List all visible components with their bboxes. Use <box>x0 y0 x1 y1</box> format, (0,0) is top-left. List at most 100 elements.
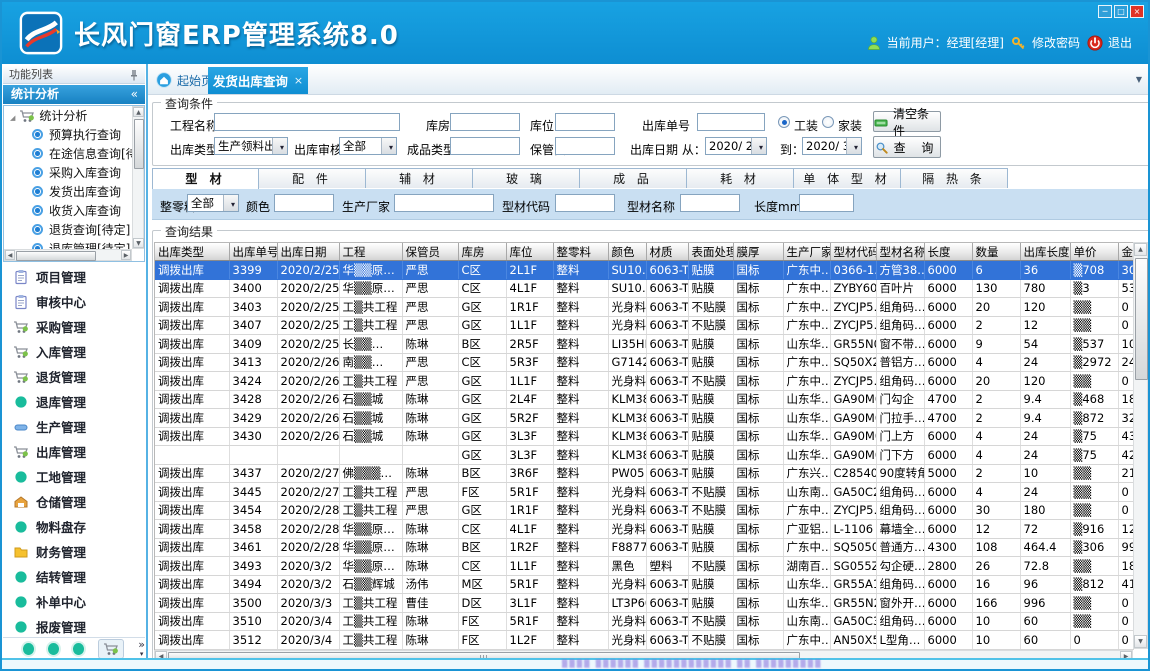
table-row[interactable]: 调拨出库35122020/3/4工▒共工程陈琳F区1L2F整料光身料6063-T… <box>155 631 1134 650</box>
table-row[interactable]: 调拨出库34942020/3/2石▒▒辉城汤伟M区5R1F整料光身料6063-T… <box>155 575 1134 594</box>
tree-item[interactable]: 发货出库查询 <box>4 182 144 201</box>
order-no-input[interactable] <box>697 113 765 131</box>
column-header-出库单号[interactable]: 出库单号 <box>229 243 277 261</box>
profile-name-input[interactable] <box>680 194 740 212</box>
out-type-select[interactable]: 生产领料出库 <box>214 137 288 155</box>
section-header-statistics[interactable]: 统计分析 « <box>3 85 145 104</box>
column-header-金[interactable]: 金 <box>1118 243 1134 261</box>
sidebar-item-结转管理[interactable]: 结转管理 <box>3 564 145 589</box>
column-header-库房[interactable]: 库房 <box>458 243 506 261</box>
table-row[interactable]: 调拨出库34002020/2/25华▒▒原…严思C区4L1F整料SU10…606… <box>155 279 1134 298</box>
scroll-down-arrow[interactable] <box>1134 635 1147 648</box>
maximize-button[interactable]: □ <box>1114 5 1128 18</box>
logout-button[interactable]: 退出 <box>1087 34 1132 51</box>
table-row[interactable]: 调拨出库34242020/2/26工▒共工程严思G区1L1F整料光身料6063-… <box>155 372 1134 391</box>
material-tab-7[interactable]: 单 体 型 材 <box>794 168 901 188</box>
table-row[interactable]: 调拨出库34302020/2/26石▒▒城陈琳G区3L3F整料KLM381760… <box>155 427 1134 446</box>
close-button[interactable]: × <box>1130 5 1144 18</box>
material-tab-4[interactable]: 玻 璃 <box>473 168 580 188</box>
tab-list-dropdown-icon[interactable]: ▼ <box>1136 75 1142 84</box>
scrollbar-thumb[interactable] <box>1135 258 1148 380</box>
table-row[interactable]: 调拨出库35102020/3/4工▒共工程陈琳F区5R1F整料光身料6063-T… <box>155 612 1134 631</box>
pin-icon[interactable] <box>129 69 139 81</box>
sidebar-item-入库管理[interactable]: 入库管理 <box>3 339 145 364</box>
date-from-picker[interactable]: 2020/ 2/16 <box>705 137 767 155</box>
column-header-库位[interactable]: 库位 <box>506 243 553 261</box>
sidebar-item-工地管理[interactable]: 工地管理 <box>3 464 145 489</box>
grid-vertical-scrollbar[interactable] <box>1133 242 1148 649</box>
material-tab-5[interactable]: 成 品 <box>580 168 687 188</box>
sidebar-item-物料盘存[interactable]: 物料盘存 <box>3 514 145 539</box>
keeper-input[interactable] <box>555 137 615 155</box>
scrollbar-thumb[interactable] <box>16 251 96 261</box>
tree-horizontal-scrollbar[interactable] <box>4 249 132 261</box>
sidebar-item-仓储管理[interactable]: 仓储管理 <box>3 489 145 514</box>
column-header-材质[interactable]: 材质 <box>646 243 688 261</box>
column-header-生产厂家[interactable]: 生产厂家 <box>783 243 830 261</box>
table-row[interactable]: 调拨出库34612020/2/28华▒▒原…陈琳B区1R2F整料F8877FT6… <box>155 538 1134 557</box>
sidebar-item-补单中心[interactable]: 补单中心 <box>3 589 145 614</box>
table-row[interactable]: 调拨出库34372020/2/27佛▒▒▒…陈琳B区3R6F整料PW056063… <box>155 464 1134 483</box>
clear-conditions-button[interactable]: 清空条件 <box>873 111 941 132</box>
column-header-表面处理[interactable]: 表面处理 <box>688 243 733 261</box>
table-row[interactable]: 调拨出库34582020/2/28华▒▒原…陈琳C区4L1F整料光身料6063-… <box>155 520 1134 539</box>
module-dot-icon[interactable] <box>73 643 84 655</box>
date-to-picker[interactable]: 2020/ 3/16 <box>802 137 862 155</box>
table-row[interactable]: 调拨出库33992020/2/25华▒▒原…严思C区2L1F整料SU10…606… <box>155 261 1134 280</box>
tab-shipping-query[interactable]: 发货出库查询 × <box>208 67 308 94</box>
table-row[interactable]: 调拨出库34932020/3/2华▒▒原…陈琳C区1L1F整料黑色塑料不贴膜国标… <box>155 557 1134 576</box>
scroll-down-arrow[interactable] <box>133 238 144 248</box>
tab-home[interactable]: 起始页 <box>156 69 213 91</box>
tree-item[interactable]: 采购入库查询 <box>4 163 144 182</box>
tree-vertical-scrollbar[interactable] <box>132 106 144 249</box>
scroll-up-arrow[interactable] <box>1134 243 1147 256</box>
cart-module-button[interactable] <box>98 639 124 659</box>
column-header-型材代码[interactable]: 型材代码 <box>830 243 876 261</box>
column-header-出库长度[interactable]: 出库长度 <box>1020 243 1070 261</box>
sidebar-item-采购管理[interactable]: 采购管理 <box>3 314 145 339</box>
whole-part-select[interactable]: 全部 <box>187 194 239 212</box>
module-dot-icon[interactable] <box>48 643 59 655</box>
column-header-工程[interactable]: 工程 <box>339 243 402 261</box>
sidebar-item-项目管理[interactable]: 项目管理 <box>3 264 145 289</box>
material-tab-1[interactable]: 型 材 <box>152 168 259 189</box>
table-row[interactable]: 调拨出库34092020/2/25长▒▒…陈琳B区2R5F整料LI35HD606… <box>155 335 1134 354</box>
column-header-膜厚[interactable]: 膜厚 <box>733 243 783 261</box>
radio-home-install[interactable] <box>822 116 834 128</box>
radio-work-install[interactable] <box>778 116 790 128</box>
color-input[interactable] <box>274 194 334 212</box>
scrollbar-thumb[interactable] <box>134 119 144 169</box>
column-header-数量[interactable]: 数量 <box>972 243 1020 261</box>
overflow-chevron[interactable]: »▾ <box>138 641 145 658</box>
sidebar-item-审核中心[interactable]: 审核中心 <box>3 289 145 314</box>
tab-close-icon[interactable]: × <box>294 74 303 87</box>
search-button[interactable]: 查 询 <box>873 136 941 158</box>
table-row[interactable]: 调拨出库34452020/2/27工▒共工程严思F区5R1F整料光身料6063-… <box>155 483 1134 502</box>
column-header-出库类型[interactable]: 出库类型 <box>155 243 229 261</box>
sidebar-item-生产管理[interactable]: 生产管理 <box>3 414 145 439</box>
product-type-input[interactable] <box>450 137 520 155</box>
sidebar-item-退库管理[interactable]: 退库管理 <box>3 389 145 414</box>
sidebar-item-报废管理[interactable]: 报废管理 <box>3 614 145 639</box>
column-header-出库日期[interactable]: 出库日期 <box>277 243 339 261</box>
profile-code-input[interactable] <box>555 194 615 212</box>
table-row[interactable]: 调拨出库34282020/2/26石▒▒城陈琳G区2L4F整料KLM381760… <box>155 390 1134 409</box>
scroll-left-arrow[interactable] <box>5 250 15 260</box>
scroll-right-arrow[interactable] <box>121 250 131 260</box>
table-row[interactable]: 调拨出库35002020/3/3工▒共工程曹佳D区3L1F整料LT3P60606… <box>155 594 1134 613</box>
material-tab-3[interactable]: 辅 材 <box>366 168 473 188</box>
column-header-型材名称[interactable]: 型材名称 <box>876 243 924 261</box>
table-row[interactable]: 调拨出库34292020/2/26石▒▒城陈琳G区5R2F整料KLM381760… <box>155 409 1134 428</box>
material-tab-2[interactable]: 配 件 <box>259 168 366 188</box>
column-header-整零料[interactable]: 整零料 <box>553 243 608 261</box>
tree-item[interactable]: 预算执行查询 <box>4 125 144 144</box>
out-audit-select[interactable]: 全部 <box>339 137 397 155</box>
scroll-up-arrow[interactable] <box>133 107 144 117</box>
module-dot-icon[interactable] <box>23 643 34 655</box>
warehouse-input[interactable] <box>450 113 520 131</box>
project-name-input[interactable] <box>214 113 400 131</box>
sidebar-item-退货管理[interactable]: 退货管理 <box>3 364 145 389</box>
table-row[interactable]: 调拨出库34542020/2/28工▒共工程严思G区1R1F整料光身料6063-… <box>155 501 1134 520</box>
material-tab-6[interactable]: 耗 材 <box>687 168 794 188</box>
column-header-长度[interactable]: 长度 <box>924 243 972 261</box>
